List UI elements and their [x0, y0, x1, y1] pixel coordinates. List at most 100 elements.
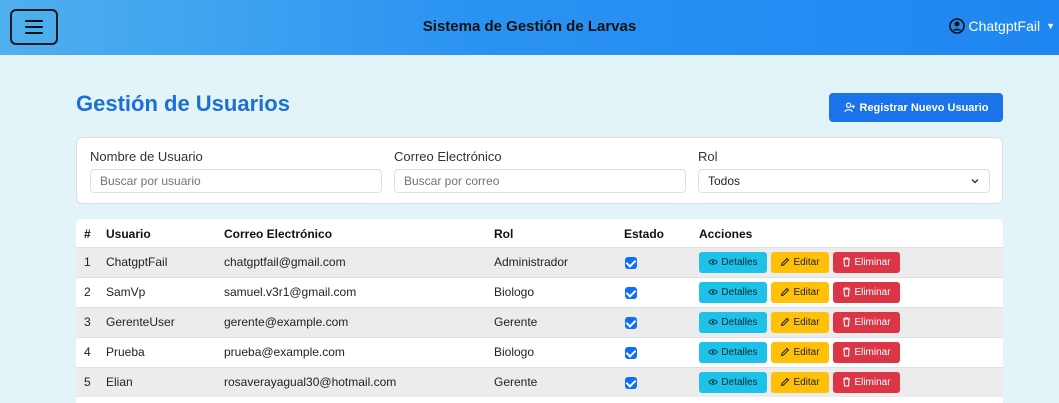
- table-row: 3 GerenteUser gerente@example.com Gerent…: [76, 307, 1003, 337]
- row-username: Elian: [106, 375, 133, 390]
- row-username: ChatgptFail: [106, 255, 168, 269]
- delete-label: Eliminar: [854, 346, 891, 358]
- table-header-row: # Usuario Correo Electrónico Rol Estado …: [76, 219, 1003, 247]
- eye-icon: [708, 349, 719, 355]
- page-title: Gestión de Usuarios: [76, 91, 290, 116]
- details-button[interactable]: Detalles: [699, 341, 767, 363]
- username-filter-label: Nombre de Usuario: [90, 149, 203, 164]
- details-button[interactable]: Detalles: [699, 371, 767, 393]
- row-number: 2: [84, 285, 91, 299]
- row-email: prueba@example.com: [224, 345, 345, 359]
- pencil-icon: [781, 287, 790, 297]
- row-role: Gerente: [494, 315, 538, 329]
- eye-icon: [708, 289, 719, 295]
- table-row: 5 Elian rosaverayagual30@hotmail.com Ger…: [76, 367, 1003, 397]
- active-checkbox[interactable]: [625, 256, 637, 269]
- user-circle-icon: [949, 18, 966, 34]
- delete-label: Eliminar: [854, 286, 891, 298]
- role-select[interactable]: Todos: [698, 169, 990, 193]
- users-table-card: # Usuario Correo Electrónico Rol Estado …: [76, 219, 1003, 403]
- row-status: [624, 367, 699, 397]
- row-actions: Detalles Editar Eliminar: [699, 337, 1003, 367]
- row-role: Gerente: [494, 375, 538, 390]
- trash-icon: [843, 317, 851, 327]
- eye-icon: [708, 319, 719, 325]
- pencil-icon: [781, 378, 790, 387]
- user-menu-dropdown[interactable]: ChatgptFail ▼: [949, 18, 1055, 34]
- edit-label: Editar: [793, 256, 820, 268]
- details-label: Detalles: [721, 376, 758, 388]
- user-name: ChatgptFail: [968, 18, 1041, 34]
- edit-button[interactable]: Editar: [771, 371, 829, 393]
- col-header-user: Usuario: [106, 226, 151, 241]
- username-search-input[interactable]: [90, 169, 382, 193]
- row-status: [624, 277, 699, 307]
- details-button[interactable]: Detalles: [699, 281, 767, 303]
- chevron-down-icon: [971, 179, 979, 184]
- row-username: GerenteUser: [106, 315, 175, 329]
- details-button[interactable]: Detalles: [699, 251, 767, 273]
- edit-button[interactable]: Editar: [771, 311, 829, 333]
- delete-label: Eliminar: [854, 316, 891, 328]
- users-table: # Usuario Correo Electrónico Rol Estado …: [76, 219, 1003, 397]
- row-status: [624, 337, 699, 367]
- table-row: 4 Prueba prueba@example.com Biologo Deta…: [76, 337, 1003, 367]
- details-button[interactable]: Detalles: [699, 311, 767, 333]
- row-actions: Detalles Editar Eliminar: [699, 367, 1003, 397]
- delete-label: Eliminar: [854, 376, 891, 388]
- register-user-button[interactable]: Registrar Nuevo Usuario: [829, 93, 1003, 122]
- pencil-icon: [781, 257, 790, 267]
- table-row: 1 ChatgptFail chatgptfail@gmail.com Admi…: [76, 247, 1003, 277]
- col-header-number: #: [84, 226, 91, 241]
- app-title: Sistema de Gestión de Larvas: [422, 18, 637, 35]
- edit-label: Editar: [793, 376, 820, 388]
- row-number: 5: [84, 375, 91, 390]
- row-role: Biologo: [494, 285, 535, 299]
- add-user-icon: [843, 102, 855, 113]
- email-search-input[interactable]: [394, 169, 686, 193]
- active-checkbox[interactable]: [625, 316, 637, 329]
- col-header-status: Estado: [624, 226, 665, 241]
- delete-button[interactable]: Eliminar: [833, 281, 900, 303]
- row-email: samuel.v3r1@gmail.com: [224, 285, 357, 299]
- edit-button[interactable]: Editar: [771, 341, 829, 363]
- edit-label: Editar: [793, 316, 820, 328]
- row-status: [624, 307, 699, 337]
- delete-button[interactable]: Eliminar: [833, 251, 900, 273]
- delete-button[interactable]: Eliminar: [833, 311, 900, 333]
- row-number: 3: [84, 315, 91, 329]
- row-number: 4: [84, 345, 91, 359]
- table-row: 2 SamVp samuel.v3r1@gmail.com Biologo De…: [76, 277, 1003, 307]
- delete-button[interactable]: Eliminar: [833, 341, 900, 363]
- trash-icon: [843, 347, 851, 357]
- delete-label: Eliminar: [854, 256, 891, 268]
- email-filter-label: Correo Electrónico: [394, 149, 502, 164]
- active-checkbox[interactable]: [625, 286, 637, 299]
- edit-button[interactable]: Editar: [771, 281, 829, 303]
- role-select-value: Todos: [708, 174, 741, 188]
- edit-button[interactable]: Editar: [771, 251, 829, 273]
- details-label: Detalles: [721, 286, 758, 298]
- row-status: [624, 247, 699, 277]
- col-header-role: Rol: [494, 226, 514, 241]
- trash-icon: [843, 377, 851, 387]
- col-header-email: Correo Electrónico: [224, 226, 333, 241]
- details-label: Detalles: [721, 256, 758, 268]
- top-navbar: Sistema de Gestión de Larvas ChatgptFail…: [0, 0, 1059, 55]
- active-checkbox[interactable]: [625, 377, 637, 390]
- row-actions: Detalles Editar Eliminar: [699, 307, 1003, 337]
- row-role: Administrador: [494, 255, 569, 269]
- eye-icon: [708, 379, 719, 385]
- row-username: SamVp: [106, 285, 146, 299]
- row-email: chatgptfail@gmail.com: [224, 255, 346, 269]
- row-actions: Detalles Editar Eliminar: [699, 277, 1003, 307]
- row-username: Prueba: [106, 345, 145, 359]
- active-checkbox[interactable]: [625, 346, 637, 359]
- register-user-label: Registrar Nuevo Usuario: [859, 101, 989, 114]
- col-header-actions: Acciones: [699, 226, 753, 241]
- role-filter-label: Rol: [698, 149, 718, 164]
- row-email: gerente@example.com: [224, 315, 349, 329]
- delete-button[interactable]: Eliminar: [833, 371, 900, 393]
- details-label: Detalles: [721, 316, 758, 328]
- row-actions: Detalles Editar Eliminar: [699, 247, 1003, 277]
